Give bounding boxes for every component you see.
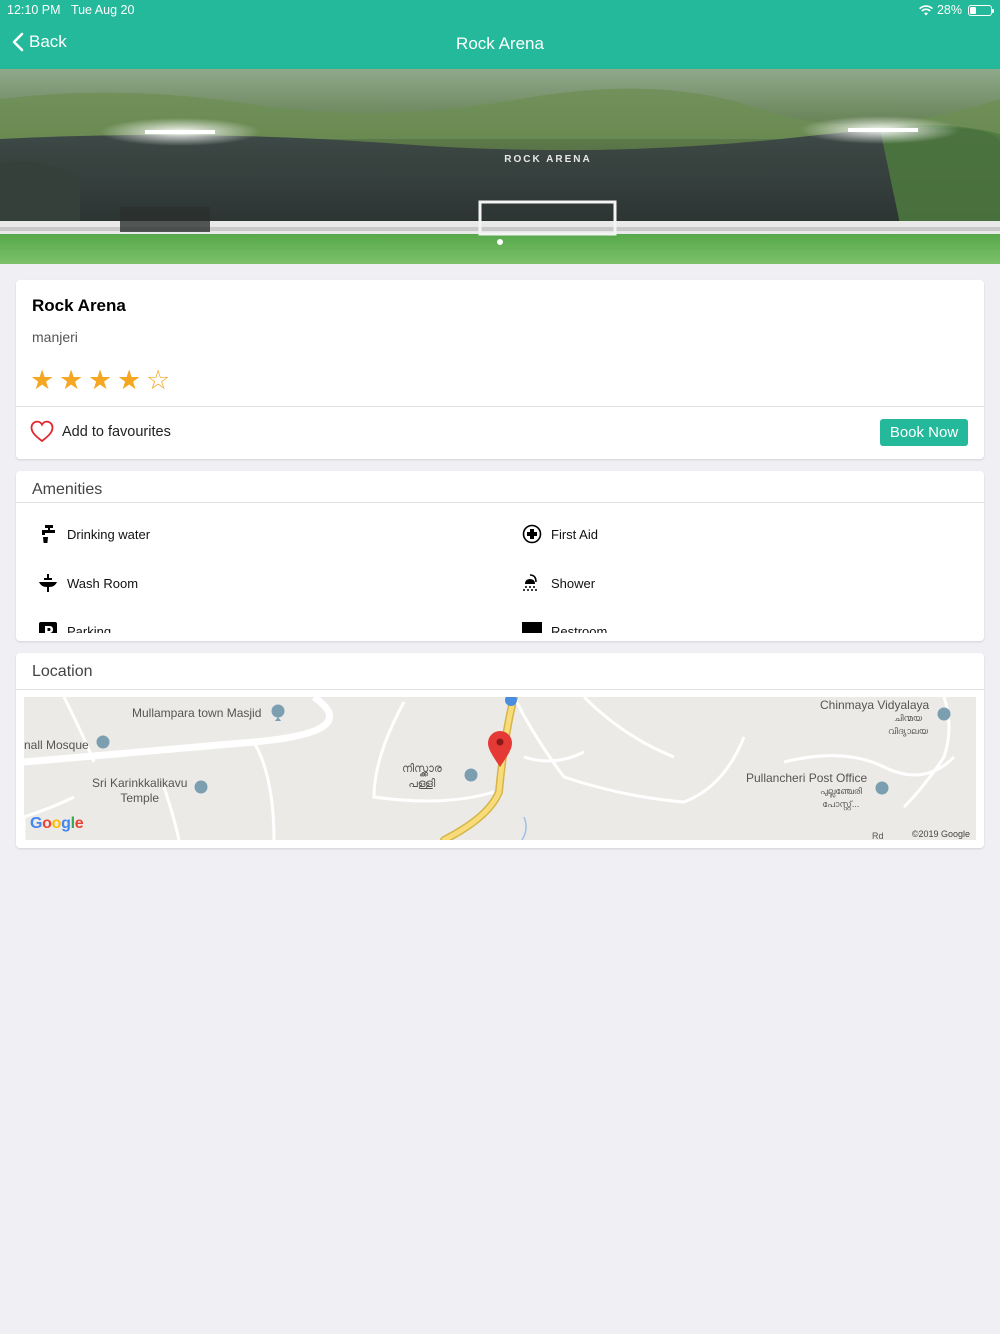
status-indicators: 28% [919,3,994,17]
rating-stars: ★ ★ ★ ★ ☆ [30,365,171,395]
map-pin-icon [488,731,512,767]
amenity-item: Drinking water [38,524,150,544]
amenities-title: Amenities [32,481,103,498]
map-label: Pullancheri Post Office [746,771,868,785]
venue-photo-carousel[interactable]: ROCK ARENA [0,69,1000,264]
map-copyright: ©2019 Google [911,829,970,839]
battery-percent: 28% [936,3,962,17]
map-label: പോസ്റ്റ്... [822,799,860,809]
star-filled-icon: ★ [88,365,113,395]
battery-icon [968,4,994,16]
status-time: 12:10 PM Tue Aug 20 [7,3,134,17]
book-now-button[interactable]: Book Now [880,419,968,446]
amenity-label: Drinking water [67,526,151,542]
restroom-icon [522,622,542,633]
map-label-temple: Sri Karinkkalikavu Temple [92,776,187,806]
map-label: Chinmaya Vidyalaya [820,698,930,712]
amenities-card: Amenities Drinking water First Aid Wash … [16,471,984,641]
divider [16,502,984,503]
venue-city: manjeri [32,329,78,345]
sink-icon [39,574,57,592]
amenity-label: Restroom [551,623,608,634]
amenity-item: Shower [522,573,595,593]
heart-icon [30,420,54,443]
post-office-poi-icon [875,781,889,795]
star-filled-icon: ★ [117,365,142,395]
amenity-item: First Aid [522,524,598,544]
tap-icon [42,525,55,543]
page-title: Rock Arena [456,34,544,53]
star-filled-icon: ★ [30,365,55,395]
mosque-poi-icon [96,735,110,749]
map-label: ചിന്മയ [893,713,922,723]
google-logo: Google [30,815,84,833]
amenity-item: Restroom [522,621,607,633]
location-map[interactable]: Mullampara town Masjid nall Mosque Sri K… [24,697,976,840]
map-label: വിദ്യാലയ [888,726,928,736]
first-aid-icon [522,524,542,544]
amenity-label: First Aid [551,526,598,542]
venue-name: Rock Arena [32,296,126,315]
status-date-text: Tue Aug 20 [70,3,135,17]
battery-fill [970,6,976,14]
google-logo-letter: e [74,815,84,832]
map-label-mosque-local: നിസ്ക്കാര പള്ളി [402,762,442,792]
divider [16,689,984,690]
google-logo-letter: o [42,815,52,832]
map-label-post-local: പുല്ലഞ്ചേരി പോസ്റ്റ്... [820,785,862,811]
status-time-text: 12:10 PM [7,3,61,17]
google-logo-letter: o [51,815,62,832]
amenity-label: Wash Room [67,575,139,591]
mosque-poi-icon [271,704,285,721]
amenity-item: Parking [38,621,111,633]
map-label: നിസ്ക്കാര [402,763,442,775]
amenity-item: Wash Room [38,573,138,593]
google-logo-letter: g [61,815,71,832]
amenity-label: Shower [551,575,596,591]
location-title: Location [32,663,93,680]
map-label: Sri Karinkkalikavu [92,776,188,790]
parking-icon [39,622,57,633]
divider [16,406,984,407]
location-card: Location Mullampara town Masjid nall Mos… [16,653,984,848]
map-label: Mullampara town Masjid [132,706,262,720]
carousel-page-indicator [497,239,503,245]
map-label: പള്ളി [408,778,436,790]
google-logo-letter: G [30,815,43,832]
venue-photo: ROCK ARENA [0,69,1000,264]
map-label: Rd [872,831,884,840]
star-filled-icon: ★ [59,365,84,395]
map-label: nall Mosque [24,738,89,752]
top-bar: 12:10 PM Tue Aug 20 28% Back Rock Arena [0,0,1000,69]
hero-banner-text: ROCK ARENA [504,154,591,165]
amenities-grid: Drinking water First Aid Wash Room Showe… [38,521,978,633]
school-poi-icon [937,707,951,721]
wifi-icon [919,4,933,15]
map-label: പുല്ലഞ്ചേരി [820,786,862,796]
amenity-label: Parking [67,623,112,634]
star-empty-icon: ☆ [146,365,171,395]
temple-poi-icon [194,780,208,794]
favourites-label: Add to favourites [62,423,171,440]
map-label-school-local: ചിന്മയ വിദ്യാലയ [888,712,928,738]
mosque-poi-icon [464,768,478,782]
shower-icon [523,574,537,591]
map-label: Temple [120,791,160,805]
venue-info-card: Rock Arena manjeri ★ ★ ★ ★ ☆ Add to favo… [16,280,984,459]
add-to-favourites-button[interactable]: Add to favourites [30,420,171,443]
